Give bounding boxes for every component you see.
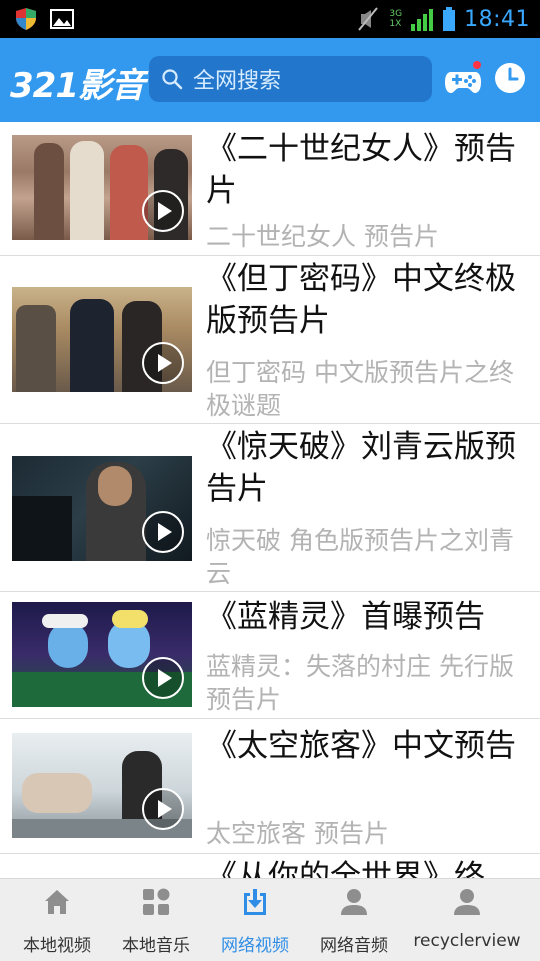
person-icon: [341, 889, 367, 915]
play-icon[interactable]: [142, 190, 184, 232]
play-icon[interactable]: [142, 342, 184, 384]
search-input[interactable]: 全网搜索: [149, 56, 432, 102]
video-subtitle: 太空旅客 预告片: [206, 819, 389, 848]
search-placeholder: 全网搜索: [193, 69, 282, 94]
play-icon[interactable]: [142, 788, 184, 830]
app-logo: 321影音: [10, 66, 145, 106]
video-thumbnail[interactable]: [12, 135, 192, 240]
grid-icon: [143, 888, 170, 915]
video-item[interactable]: 《但丁密码》中文终极版预告片 但丁密码 中文版预告片之终极谜题: [0, 256, 540, 424]
tab-network-video[interactable]: 网络视频: [201, 879, 309, 961]
video-item[interactable]: 《从你的全世界》终: [0, 854, 540, 878]
video-thumbnail[interactable]: [12, 456, 192, 561]
battery-icon: [443, 7, 456, 31]
status-left-icons: [14, 7, 74, 31]
muted-icon: [358, 7, 379, 31]
video-subtitle: 惊天破 角色版预告片之刘青云: [206, 526, 514, 588]
shield-icon: [16, 8, 36, 30]
network-type: 3G 1X: [389, 9, 403, 29]
video-item[interactable]: 《二十世纪女人》预告片 二十世纪女人 预告片: [0, 122, 540, 256]
video-thumbnail[interactable]: [12, 733, 192, 838]
video-item[interactable]: 《蓝精灵》首曝预告 蓝精灵：失落的村庄 先行版预告片: [0, 592, 540, 719]
bottom-nav: 本地视频 本地音乐 网络视频 网络音频 recyclerview: [0, 878, 540, 961]
signal-icon: [411, 9, 434, 31]
video-subtitle: 二十世纪女人 预告片: [206, 222, 439, 251]
tab-local-music[interactable]: 本地音乐: [102, 879, 210, 961]
status-right-icons: 3G 1X 18:41: [355, 0, 530, 38]
play-icon[interactable]: [142, 511, 184, 553]
tab-local-video[interactable]: 本地视频: [3, 879, 111, 961]
video-subtitle: 但丁密码 中文版预告片之终极谜题: [206, 358, 514, 420]
video-title[interactable]: 《惊天破》刘青云版预告片: [206, 426, 526, 510]
gamepad-icon[interactable]: [443, 60, 483, 100]
video-thumbnail[interactable]: [12, 287, 192, 392]
video-title[interactable]: 《但丁密码》中文终极版预告片: [206, 258, 526, 342]
search-icon: [162, 69, 183, 90]
tab-network-audio[interactable]: 网络音频: [300, 879, 408, 961]
history-clock-icon[interactable]: [494, 62, 526, 94]
home-icon: [45, 890, 69, 914]
app-header: 321影音 全网搜索: [0, 38, 540, 122]
video-title[interactable]: 《太空旅客》中文预告: [206, 725, 526, 767]
video-subtitle: 蓝精灵：失落的村庄 先行版预告片: [206, 652, 514, 714]
status-bar: 3G 1X 18:41: [0, 0, 540, 38]
video-thumbnail[interactable]: [12, 602, 192, 707]
download-icon: [244, 889, 266, 915]
video-title[interactable]: 《从你的全世界》终: [206, 856, 526, 878]
clock-time: 18:41: [464, 6, 530, 32]
tab-recyclerview[interactable]: recyclerview: [413, 879, 521, 961]
video-item[interactable]: 《惊天破》刘青云版预告片 惊天破 角色版预告片之刘青云: [0, 424, 540, 592]
video-title[interactable]: 《二十世纪女人》预告片: [206, 128, 526, 212]
image-icon: [50, 9, 74, 29]
person-icon: [454, 889, 480, 915]
video-item[interactable]: 《太空旅客》中文预告 太空旅客 预告片: [0, 719, 540, 854]
play-icon[interactable]: [142, 657, 184, 699]
video-title[interactable]: 《蓝精灵》首曝预告: [206, 596, 526, 638]
video-list[interactable]: 《二十世纪女人》预告片 二十世纪女人 预告片 《但丁密码》中文终极版预告片 但丁…: [0, 122, 540, 878]
